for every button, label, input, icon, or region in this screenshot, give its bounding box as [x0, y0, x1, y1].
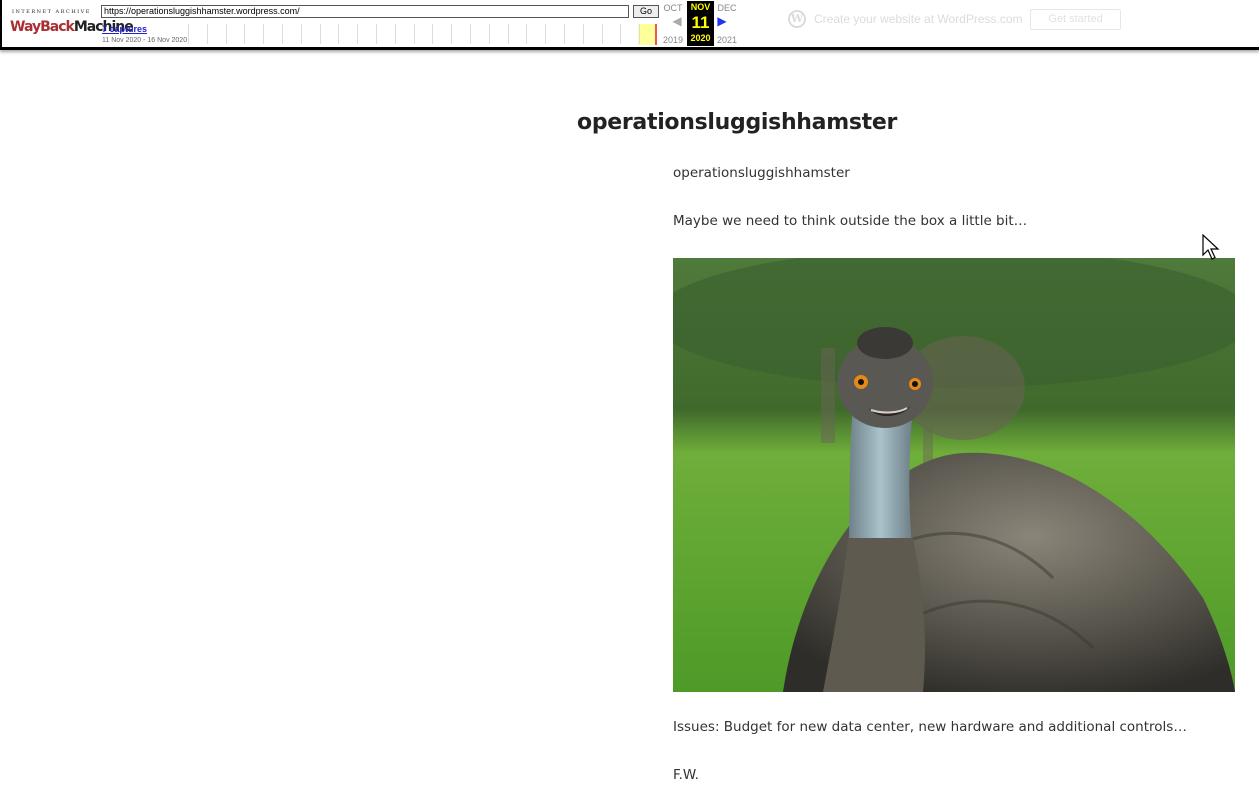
current-year-highlight — [638, 24, 656, 45]
next-month-label[interactable]: DEC — [716, 3, 738, 13]
logo-wayback-text: WayBack — [10, 19, 75, 35]
capture-date-range: 11 Nov 2020 - 16 Nov 2020 — [102, 37, 188, 44]
sparkline-month-tick — [601, 24, 603, 44]
sparkline-month-tick — [338, 24, 340, 44]
sparkline-month-tick — [357, 24, 359, 44]
sparkline-month-tick — [545, 24, 547, 44]
sparkline-month-tick — [432, 24, 434, 44]
sparkline-month-tick — [620, 24, 622, 44]
wayback-logo[interactable]: INTERNET ARCHIVE WayBackMachine — [10, 9, 134, 39]
internet-archive-label: INTERNET ARCHIVE — [12, 9, 91, 15]
current-year: 2020 — [690, 33, 711, 43]
wordpress-create-text[interactable]: Create your website at WordPress.com — [814, 12, 1023, 26]
sparkline-month-tick — [394, 24, 396, 44]
post-paragraph: Maybe we need to think outside the box a… — [673, 213, 1028, 229]
prev-capture-arrow-icon[interactable]: ◀ — [671, 14, 683, 28]
sparkline-month-tick — [639, 24, 641, 44]
next-capture-arrow-icon[interactable]: ▶ — [716, 14, 728, 28]
sparkline-month-tick — [564, 24, 565, 44]
mouse-cursor-icon — [1202, 234, 1220, 260]
captures-link[interactable]: 7 captures — [102, 24, 147, 34]
sparkline-month-tick — [488, 24, 490, 44]
sparkline-month-tick — [413, 24, 415, 44]
current-capture-date: NOV 11 2020 — [687, 1, 714, 46]
sparkline-month-tick — [300, 24, 302, 44]
post-paragraph: Issues: Budget for new data center, new … — [673, 719, 1187, 735]
site-title[interactable]: operationsluggishhamster — [577, 110, 897, 135]
current-month: NOV — [690, 2, 711, 12]
emu-photo — [673, 258, 1235, 692]
get-started-button[interactable]: Get started — [1030, 9, 1121, 30]
next-year-label[interactable]: 2021 — [714, 35, 740, 45]
sparkline-month-tick — [319, 24, 321, 44]
wayback-url-input[interactable]: https://operationsluggishhamster.wordpre… — [101, 5, 629, 18]
post-signature: F.W. — [673, 767, 699, 783]
sparkline-month-tick — [244, 24, 246, 44]
sparkline-month-tick — [206, 24, 208, 44]
wordpress-logo-icon: W — [788, 10, 806, 28]
sparkline-month-tick — [526, 24, 528, 44]
sparkline-month-tick — [376, 24, 377, 44]
sparkline-month-tick — [282, 24, 283, 44]
sparkline-month-tick — [451, 24, 453, 44]
wayback-toolbar: INTERNET ARCHIVE WayBackMachine https://… — [0, 0, 1259, 50]
sparkline-month-tick — [188, 24, 189, 44]
sparkline-month-tick — [470, 24, 471, 44]
current-day: 11 — [691, 13, 710, 32]
prev-month-label[interactable]: OCT — [662, 3, 684, 13]
current-capture-marker — [655, 24, 657, 45]
prev-year-label[interactable]: 2019 — [660, 35, 686, 45]
go-button[interactable]: Go — [633, 5, 659, 18]
sparkline-month-tick — [225, 24, 227, 44]
post-paragraph: operationsluggishhamster — [673, 165, 850, 181]
sparkline-month-tick — [507, 24, 509, 44]
sparkline-month-tick — [263, 24, 265, 44]
capture-sparkline[interactable] — [188, 22, 658, 45]
sparkline-month-tick — [582, 24, 584, 44]
